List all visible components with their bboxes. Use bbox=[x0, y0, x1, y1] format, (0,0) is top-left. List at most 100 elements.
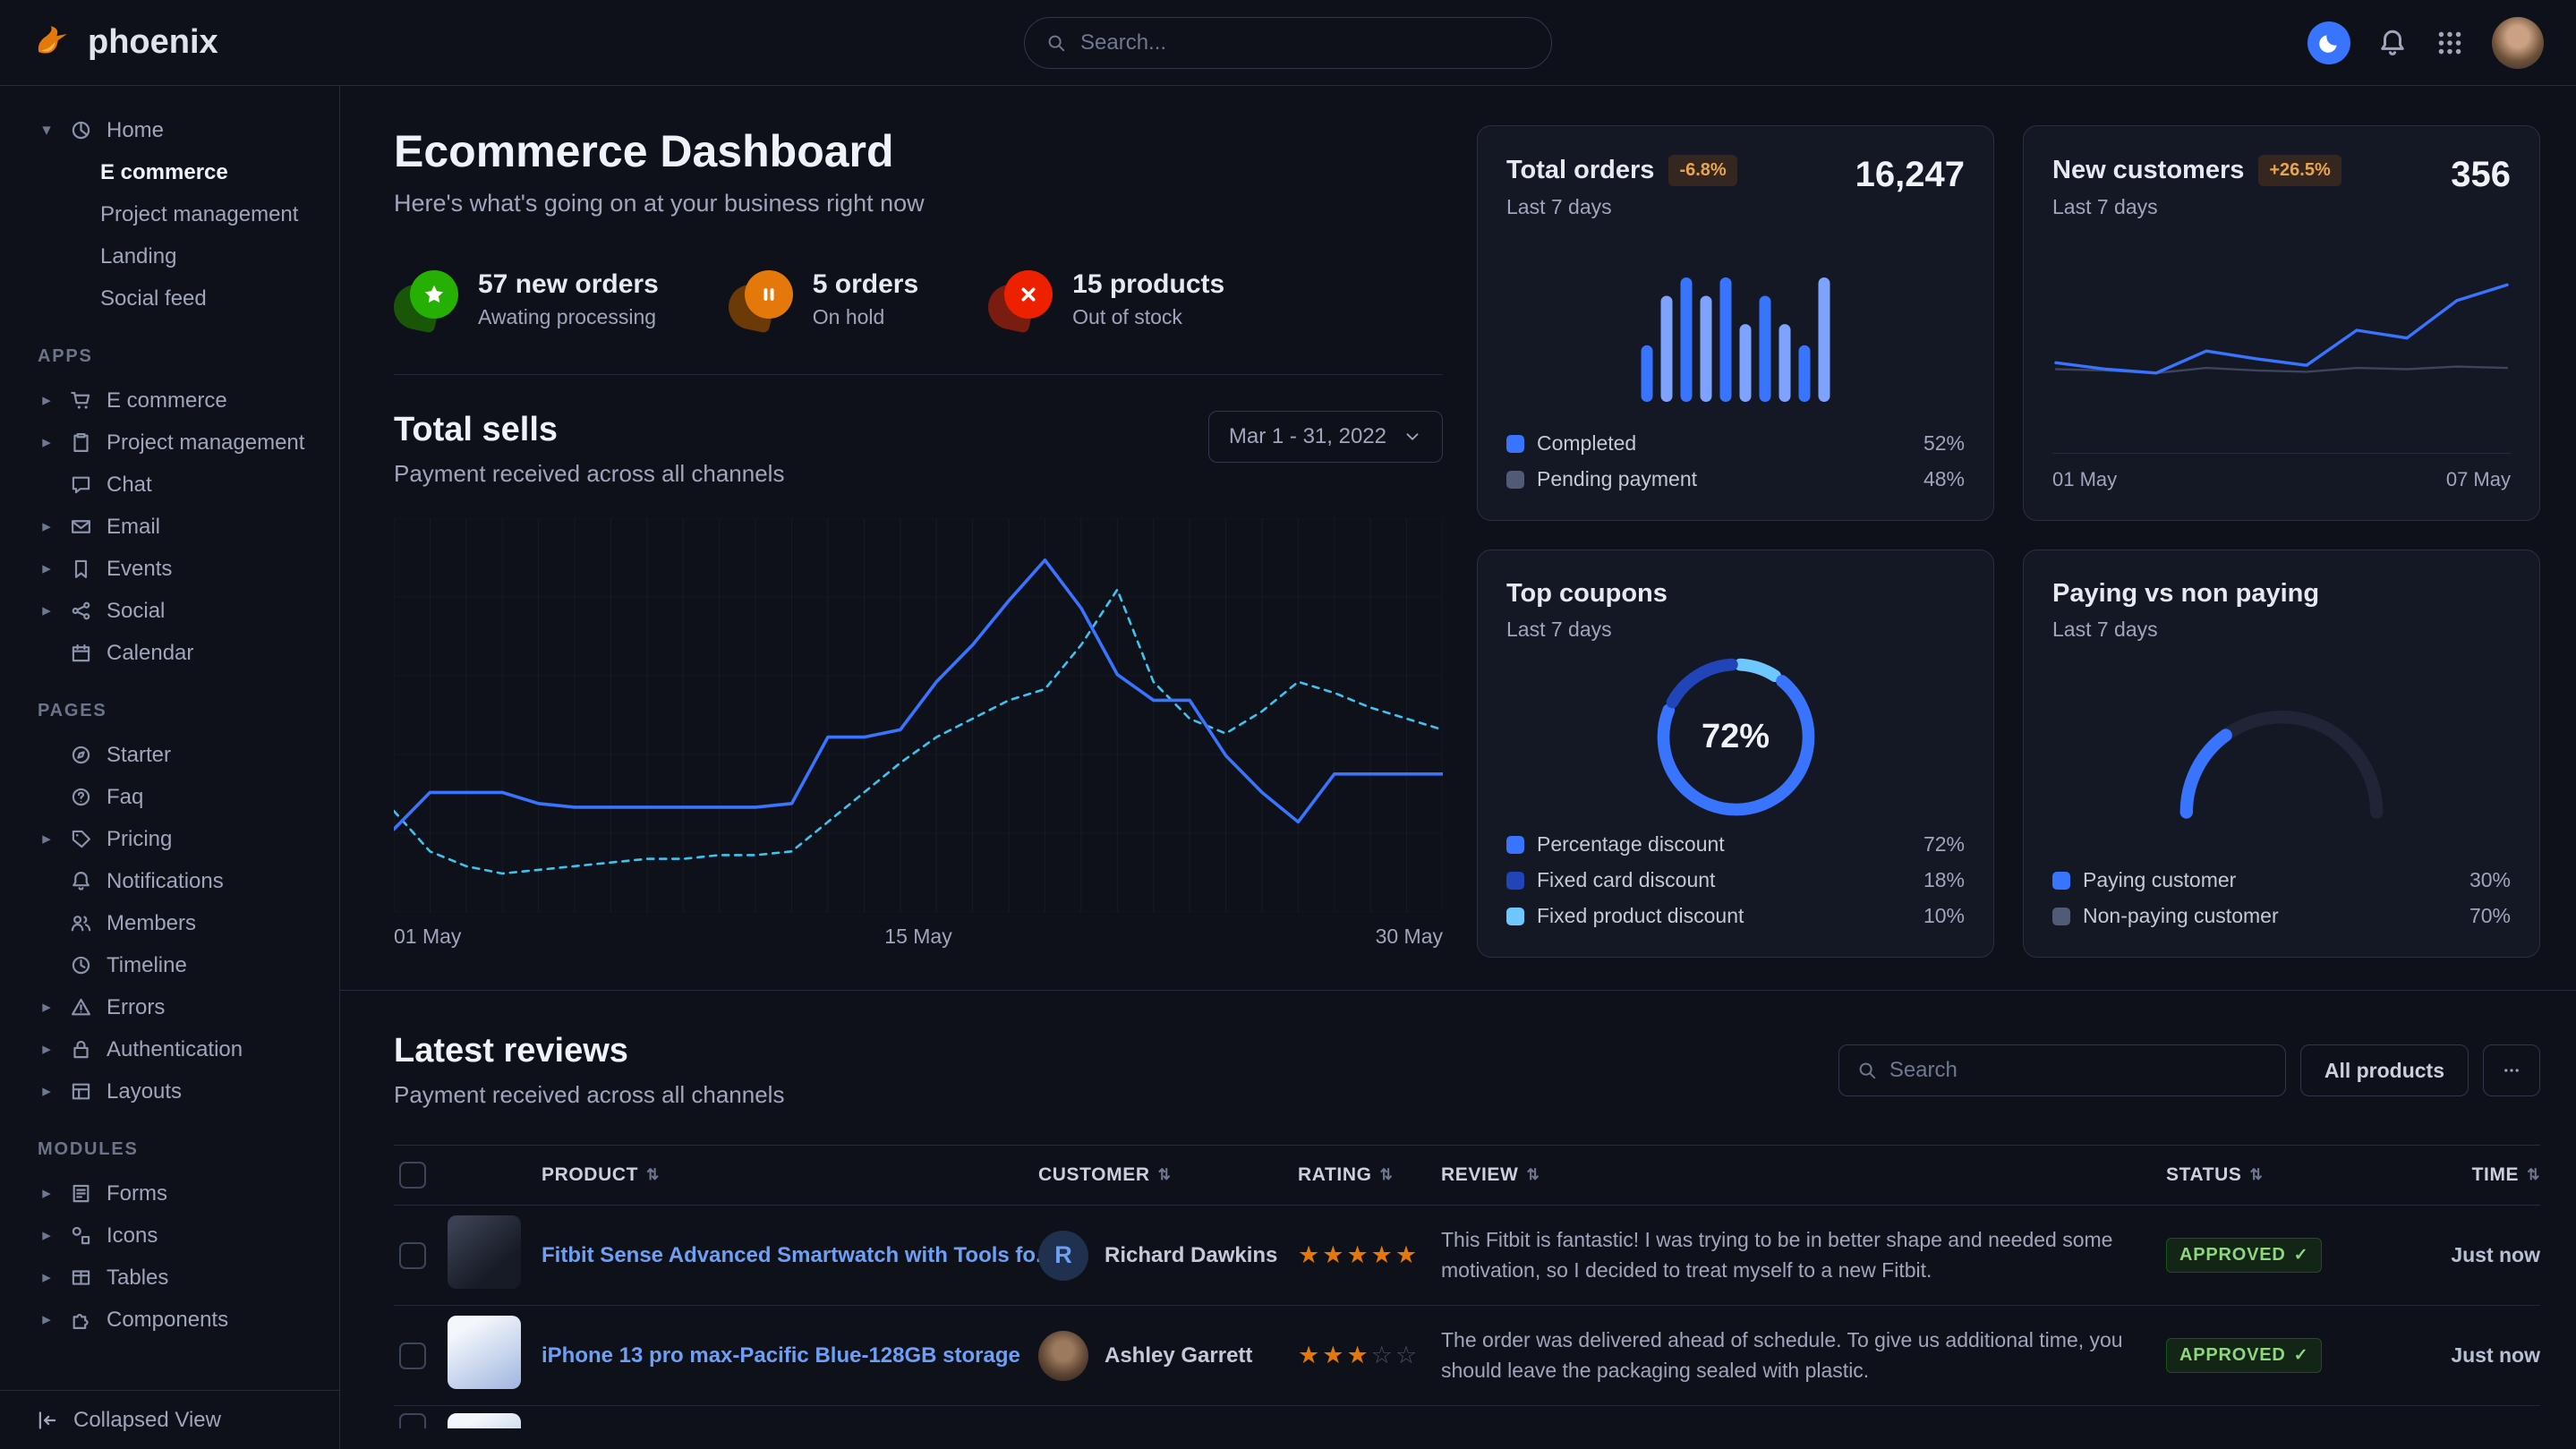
sidebar-item-authentication[interactable]: ▸Authentication bbox=[0, 1028, 339, 1070]
alert-triangle-icon bbox=[70, 996, 92, 1019]
user-avatar[interactable] bbox=[2492, 17, 2544, 69]
stat-value: 57 new orders bbox=[478, 269, 659, 300]
sidebar-item-events[interactable]: ▸Events bbox=[0, 548, 339, 590]
apps-grid-button[interactable] bbox=[2435, 28, 2465, 58]
date-range-value: Mar 1 - 31, 2022 bbox=[1229, 424, 1386, 449]
sidebar-item-icons[interactable]: ▸Icons bbox=[0, 1215, 339, 1257]
clipboard-icon bbox=[70, 431, 92, 454]
total-orders-value: 16,247 bbox=[1855, 155, 1965, 195]
caret-down-icon: ▾ bbox=[38, 120, 55, 141]
notifications-button[interactable] bbox=[2377, 28, 2408, 58]
latest-reviews-subtitle: Payment received across all channels bbox=[394, 1081, 784, 1109]
legend-value: 18% bbox=[1923, 868, 1965, 892]
table-body: Fitbit Sense Advanced Smartwatch with To… bbox=[394, 1206, 2540, 1428]
product-image[interactable] bbox=[448, 1413, 521, 1428]
column-header-product[interactable]: PRODUCT⇅ bbox=[542, 1164, 1038, 1186]
theme-toggle-button[interactable] bbox=[2307, 21, 2350, 64]
total-sells-chart bbox=[394, 518, 1443, 912]
pie-chart-icon bbox=[70, 119, 92, 141]
reviews-search[interactable] bbox=[1838, 1044, 2286, 1096]
legend-swatch bbox=[2052, 908, 2070, 925]
sidebar-item-pricing[interactable]: ▸Pricing bbox=[0, 818, 339, 860]
row-checkbox[interactable] bbox=[399, 1342, 426, 1369]
product-link[interactable]: Fitbit Sense Advanced Smartwatch with To… bbox=[542, 1243, 1080, 1267]
product-image[interactable] bbox=[448, 1215, 521, 1289]
global-search[interactable] bbox=[1024, 17, 1552, 69]
stat-value: 5 orders bbox=[813, 269, 918, 300]
legend-label: Fixed product discount bbox=[1537, 904, 1744, 928]
legend-swatch bbox=[1506, 471, 1524, 489]
column-label: CUSTOMER bbox=[1038, 1164, 1150, 1186]
global-search-input[interactable] bbox=[1080, 30, 1530, 55]
sidebar-item-e-commerce[interactable]: ▸E commerce bbox=[0, 379, 339, 422]
sidebar-item-components[interactable]: ▸Components bbox=[0, 1299, 339, 1341]
brand[interactable]: phoenix bbox=[32, 22, 218, 64]
collapse-view-label: Collapsed View bbox=[73, 1408, 221, 1433]
select-all-checkbox[interactable] bbox=[399, 1162, 426, 1189]
column-header-status[interactable]: STATUS⇅ bbox=[2166, 1164, 2385, 1186]
sidebar-item-label: Project management bbox=[107, 430, 304, 456]
total-orders-badge: -6.8% bbox=[1668, 155, 1736, 186]
sidebar-item-faq[interactable]: Faq bbox=[0, 776, 339, 818]
collapse-view-button[interactable]: Collapsed View bbox=[0, 1390, 339, 1449]
sidebar-item-project-management[interactable]: ▸Project management bbox=[0, 422, 339, 464]
sidebar-item-project-management[interactable]: Project management bbox=[0, 193, 339, 235]
tag-icon bbox=[70, 828, 92, 850]
paying-period: Last 7 days bbox=[2052, 618, 2319, 642]
page-subtitle: Here's what's going on at your business … bbox=[394, 190, 1443, 217]
top-coupons-period: Last 7 days bbox=[1506, 618, 1668, 642]
sidebar-item-starter[interactable]: Starter bbox=[0, 734, 339, 776]
sidebar-item-errors[interactable]: ▸Errors bbox=[0, 986, 339, 1028]
date-range-select[interactable]: Mar 1 - 31, 2022 bbox=[1208, 411, 1443, 463]
legend-swatch bbox=[1506, 872, 1524, 890]
more-icon bbox=[2502, 1061, 2521, 1080]
customer-avatar bbox=[1038, 1331, 1088, 1381]
x-tick-end: 30 May bbox=[1376, 925, 1443, 949]
legend-item-non-paying-customer: Non-paying customer70% bbox=[2052, 904, 2511, 928]
paying-gauge-chart bbox=[2161, 686, 2402, 823]
reviews-search-input[interactable] bbox=[1889, 1058, 2267, 1083]
column-header-time[interactable]: TIME⇅ bbox=[2385, 1164, 2540, 1186]
stat-blob bbox=[729, 270, 793, 329]
customer-avatar: R bbox=[1038, 1231, 1088, 1281]
sidebar-item-social[interactable]: ▸Social bbox=[0, 590, 339, 632]
caret-right-icon: ▸ bbox=[38, 1225, 55, 1246]
more-options-button[interactable] bbox=[2483, 1044, 2540, 1096]
column-header-review[interactable]: REVIEW⇅ bbox=[1441, 1164, 2166, 1186]
column-header-customer[interactable]: CUSTOMER⇅ bbox=[1038, 1164, 1298, 1186]
sidebar-item-chat[interactable]: Chat bbox=[0, 464, 339, 506]
product-link[interactable]: iPhone 13 pro max-Pacific Blue-128GB sto… bbox=[542, 1343, 1047, 1368]
sidebar-item-layouts[interactable]: ▸Layouts bbox=[0, 1070, 339, 1112]
share-icon bbox=[70, 600, 92, 622]
legend-value: 52% bbox=[1923, 431, 1965, 456]
legend-swatch bbox=[1506, 435, 1524, 453]
sort-icon: ⇅ bbox=[1380, 1166, 1394, 1184]
customer-name: Richard Dawkins bbox=[1105, 1243, 1277, 1268]
row-checkbox[interactable] bbox=[399, 1242, 426, 1269]
new-customers-chart bbox=[2052, 253, 2511, 419]
sidebar-item-e-commerce[interactable]: E commerce bbox=[0, 151, 339, 193]
caret-right-icon: ▸ bbox=[38, 1309, 55, 1330]
row-checkbox[interactable] bbox=[399, 1413, 426, 1428]
review-text: The order was delivered ahead of schedul… bbox=[1441, 1325, 2166, 1385]
sidebar-item-forms[interactable]: ▸Forms bbox=[0, 1172, 339, 1215]
sort-icon: ⇅ bbox=[1526, 1166, 1540, 1184]
sidebar-item-home[interactable]: ▾Home bbox=[0, 109, 339, 151]
sidebar-item-social-feed[interactable]: Social feed bbox=[0, 277, 339, 320]
total-orders-chart bbox=[1628, 250, 1843, 402]
column-header-rating[interactable]: RATING⇅ bbox=[1298, 1164, 1441, 1186]
legend-label: Pending payment bbox=[1537, 467, 1697, 491]
sidebar-item-tables[interactable]: ▸Tables bbox=[0, 1257, 339, 1299]
sidebar-item-notifications[interactable]: Notifications bbox=[0, 860, 339, 902]
product-image[interactable] bbox=[448, 1316, 521, 1389]
caret-right-icon: ▸ bbox=[38, 516, 55, 537]
sidebar-item-email[interactable]: ▸Email bbox=[0, 506, 339, 548]
total-sells-subtitle: Payment received across all channels bbox=[394, 460, 784, 488]
sidebar-item-landing[interactable]: Landing bbox=[0, 235, 339, 277]
sidebar-item-timeline[interactable]: Timeline bbox=[0, 944, 339, 986]
sidebar-item-label: Starter bbox=[107, 743, 171, 768]
all-products-button[interactable]: All products bbox=[2300, 1044, 2469, 1096]
legend-label: Fixed card discount bbox=[1537, 868, 1715, 892]
sidebar-item-calendar[interactable]: Calendar bbox=[0, 632, 339, 674]
sidebar-item-members[interactable]: Members bbox=[0, 902, 339, 944]
